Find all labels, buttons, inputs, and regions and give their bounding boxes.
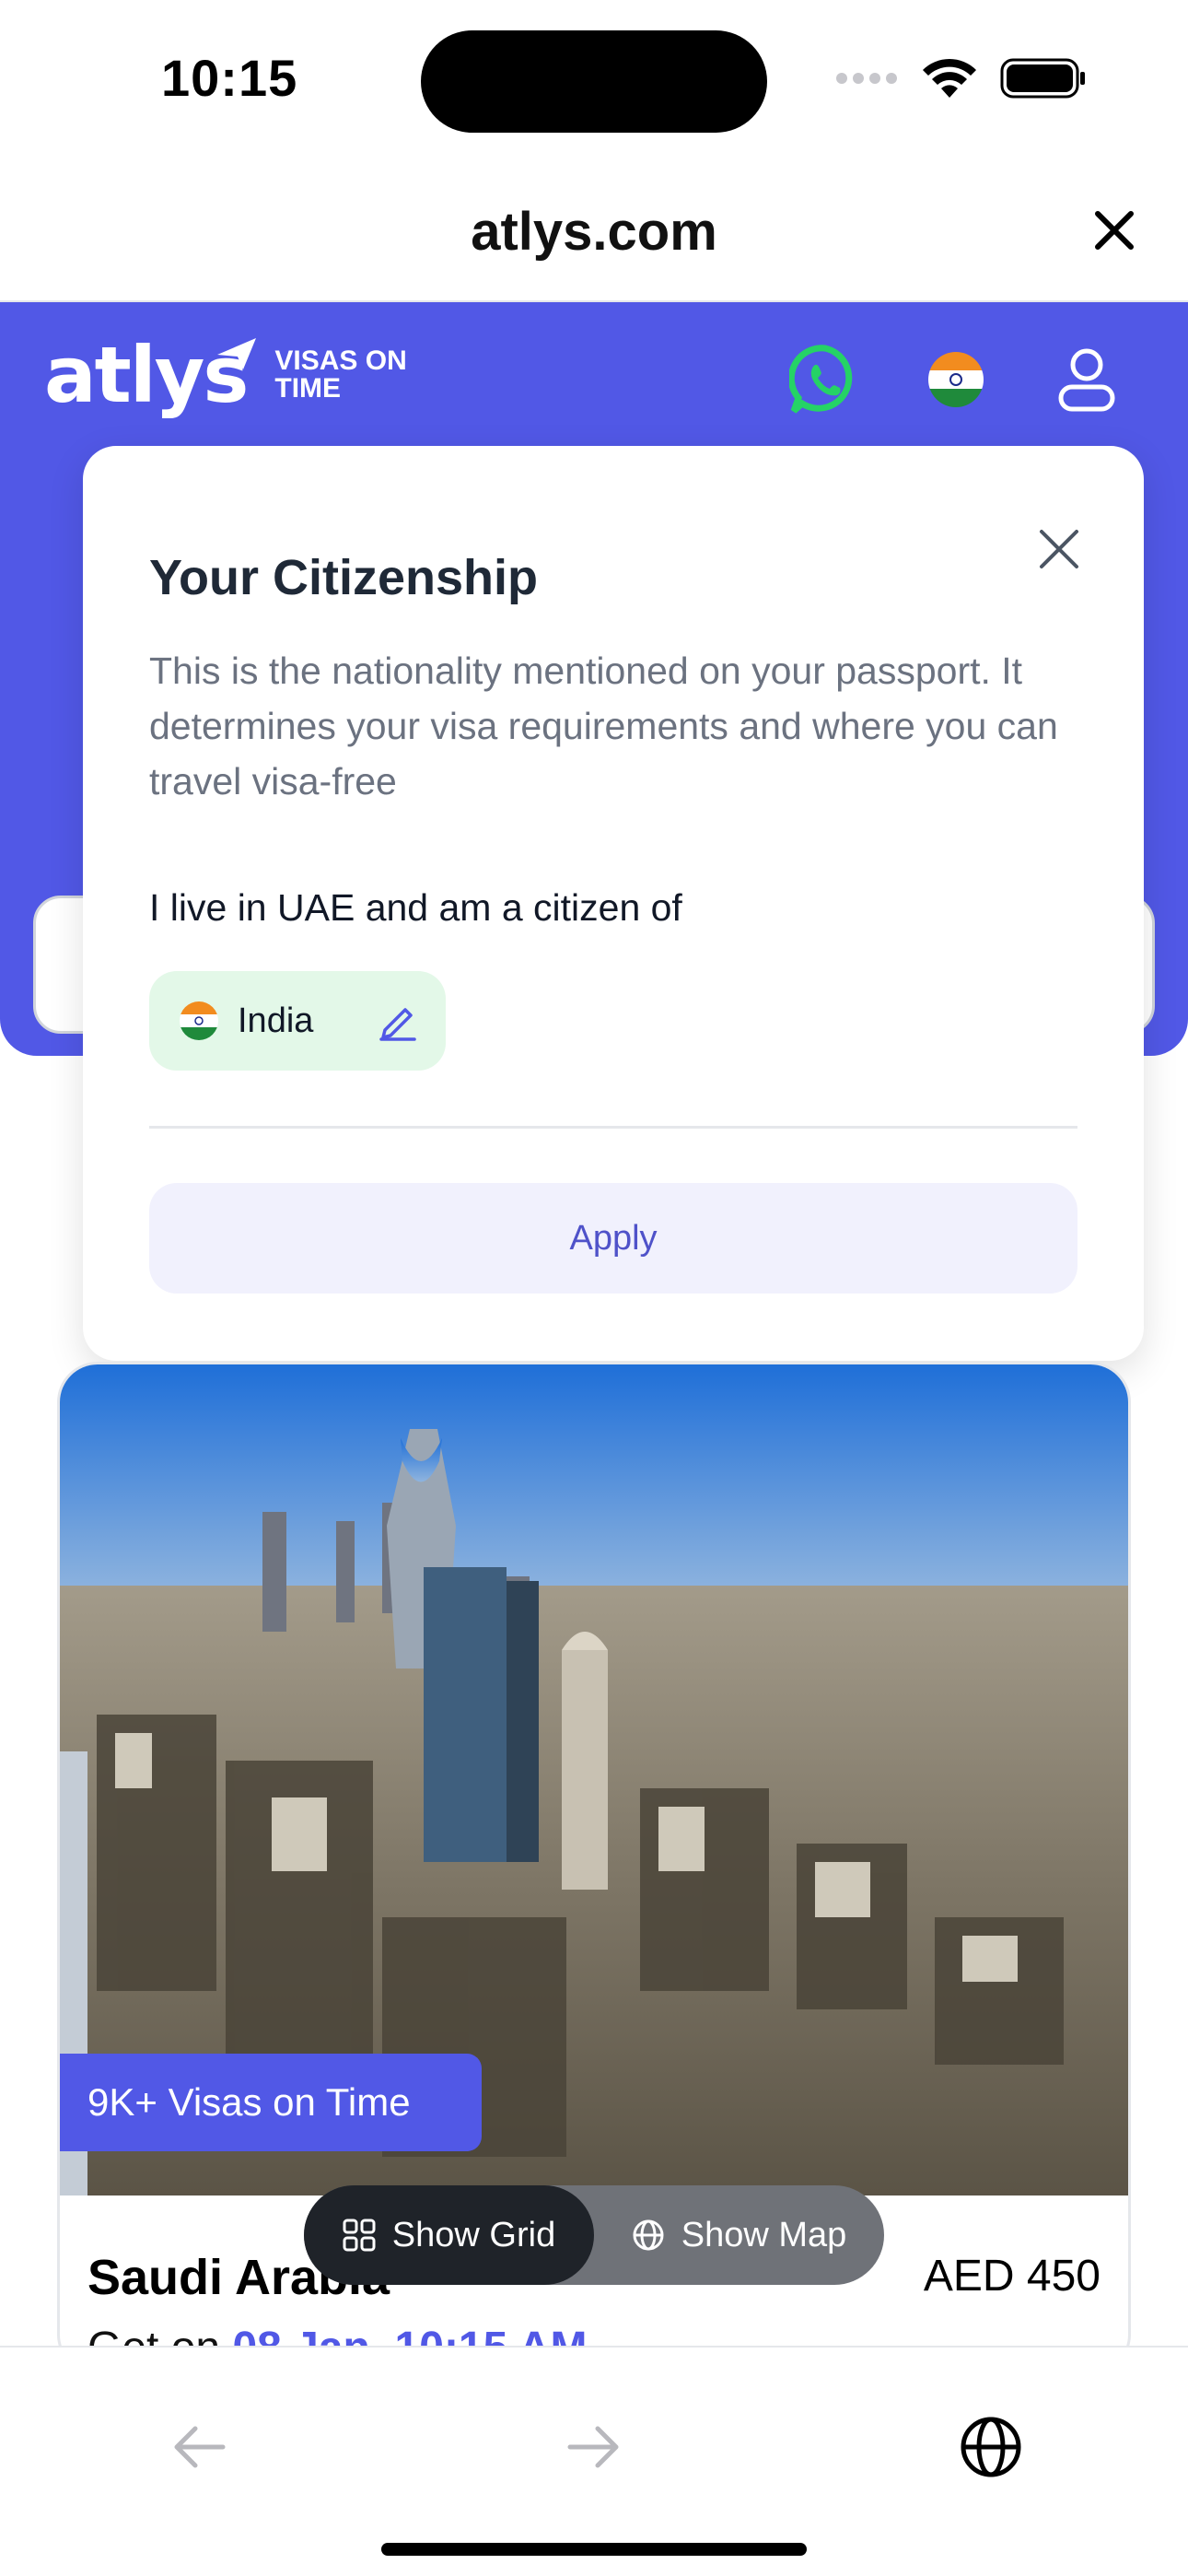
logo-tagline: VISAS ON TIME: [274, 345, 407, 404]
status-bar: 10:15: [0, 0, 1188, 157]
grid-icon: [343, 2219, 376, 2252]
pencil-icon[interactable]: [378, 1001, 418, 1041]
view-toggle: Show Grid Show Map: [304, 2185, 884, 2285]
arrow-right-icon: [567, 2426, 619, 2468]
signal-icon: [836, 73, 897, 84]
status-icons: [834, 57, 1087, 100]
plane-icon: [217, 338, 257, 369]
whatsapp-button[interactable]: [788, 343, 862, 416]
india-flag-icon: [180, 1001, 218, 1040]
back-button[interactable]: [162, 2410, 236, 2484]
show-grid-label: Show Grid: [391, 2215, 556, 2254]
account-button[interactable]: [1050, 343, 1124, 416]
home-indicator: [381, 2543, 807, 2556]
modal-title: Your Citizenship: [149, 550, 539, 605]
show-grid-button[interactable]: Show Grid: [304, 2185, 594, 2285]
arrow-left-icon: [174, 2426, 226, 2468]
modal-description: This is the nationality mentioned on you…: [149, 650, 1058, 802]
modal-close-button[interactable]: [1030, 520, 1089, 579]
selected-country-name: India: [238, 1001, 314, 1040]
india-flag-icon: [928, 352, 984, 407]
apply-button[interactable]: Apply: [149, 1183, 1077, 1294]
whatsapp-icon: [789, 345, 853, 414]
destination-price: AED 450: [923, 2252, 1101, 2301]
citizenship-label: I live in UAE and am a citizen of: [149, 886, 682, 929]
globe-icon: [633, 2219, 664, 2251]
close-icon: [1040, 530, 1078, 568]
wifi-icon: [923, 58, 976, 98]
browser-bottom-bar: [0, 2346, 1188, 2576]
close-icon: [1095, 211, 1134, 250]
show-map-label: Show Map: [681, 2215, 847, 2254]
show-map-button[interactable]: Show Map: [594, 2185, 884, 2285]
forward-button[interactable]: [557, 2410, 631, 2484]
header-icons: [788, 343, 1124, 416]
country-flag-button[interactable]: [919, 343, 993, 416]
open-in-browser-button[interactable]: [954, 2410, 1028, 2484]
user-icon: [1058, 348, 1115, 412]
citizenship-modal: Your Citizenship This is the nationality…: [83, 446, 1144, 1361]
browser-url-bar: atlys.com: [0, 157, 1188, 302]
atlys-logo[interactable]: atlys VISAS ON TIME: [44, 330, 407, 420]
battery-icon: [1000, 58, 1085, 99]
url-text[interactable]: atlys.com: [0, 201, 1188, 263]
modal-divider: [149, 1126, 1077, 1129]
country-selector[interactable]: India: [149, 971, 446, 1071]
visas-on-time-badge: 9K+ Visas on Time: [60, 2054, 482, 2151]
globe-icon: [961, 2417, 1021, 2477]
dynamic-island: [421, 30, 767, 133]
close-browser-button[interactable]: [1077, 193, 1151, 267]
status-time: 10:15: [161, 49, 298, 107]
